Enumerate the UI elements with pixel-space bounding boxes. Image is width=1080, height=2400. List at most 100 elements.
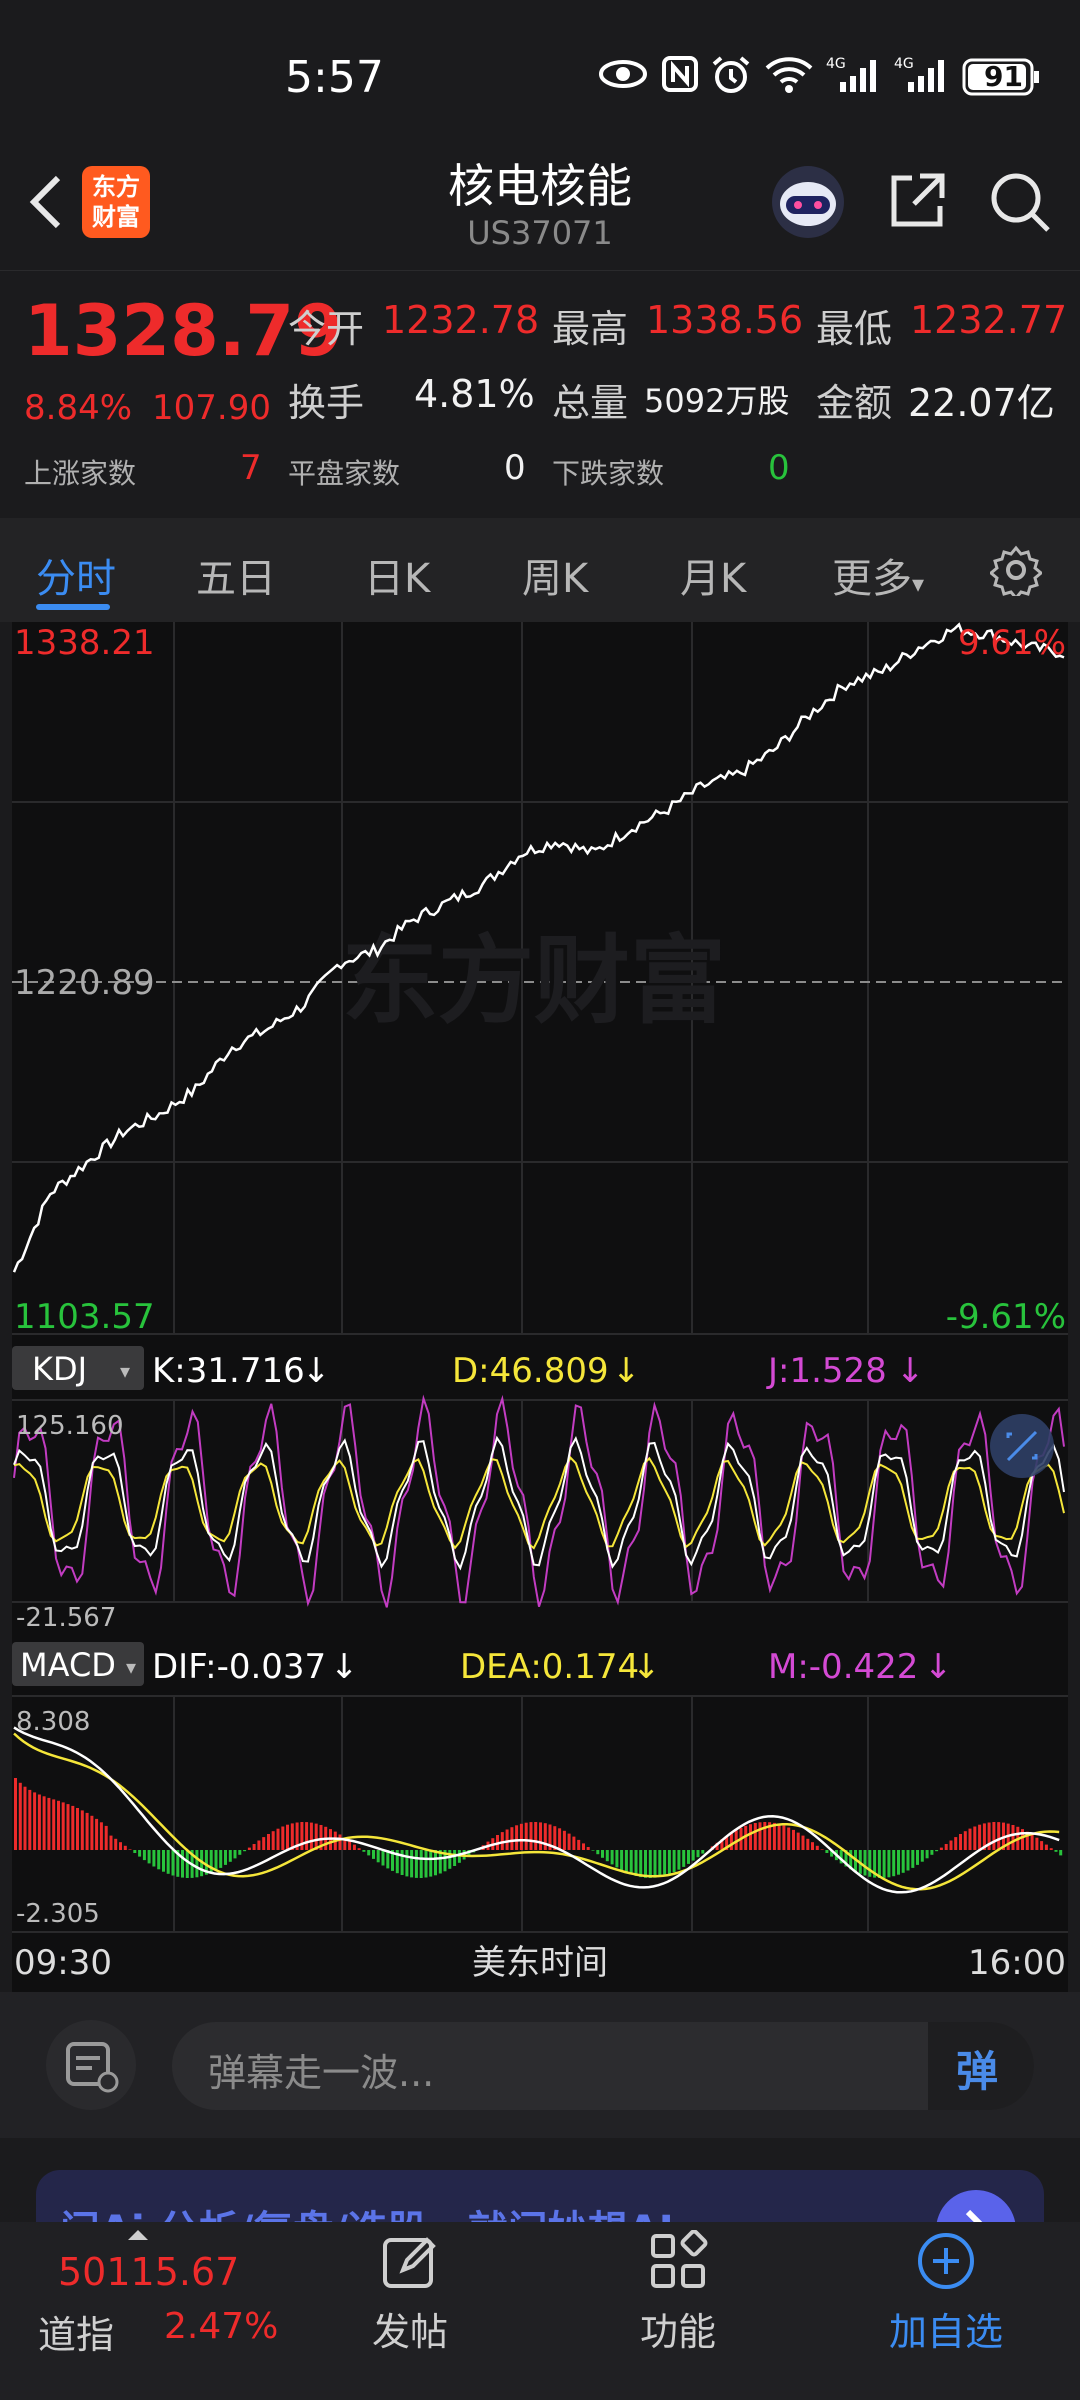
chart-area[interactable]: 东方财富 1338.21 1220.89 1103.57 9.61% -9.61…	[12, 622, 1068, 1992]
macd-bar	[949, 1840, 953, 1850]
edit-icon	[383, 2237, 436, 2288]
macd-bar	[276, 1828, 280, 1850]
macd-bar	[610, 1850, 614, 1865]
macd-bar	[629, 1850, 633, 1875]
tab-active-indicator	[36, 604, 110, 610]
macd-bar	[925, 1850, 929, 1859]
macd-bar	[152, 1850, 156, 1867]
tab-intraday[interactable]: 分时	[36, 546, 116, 604]
macd-dea-value: DEA:0.174	[460, 1647, 639, 1687]
flat-count-value: 0	[504, 448, 526, 488]
macd-bar	[796, 1832, 800, 1850]
add-watchlist-tab[interactable]: 加自选	[866, 2230, 1026, 2356]
macd-bar	[138, 1850, 142, 1857]
macd-bar	[753, 1823, 757, 1850]
macd-bar	[825, 1850, 829, 1853]
macd-bar	[262, 1837, 266, 1850]
macd-bar	[787, 1827, 791, 1850]
news-button[interactable]	[46, 2020, 136, 2110]
tab-more[interactable]: 更多▾	[832, 546, 924, 604]
danmaku-placeholder: 弹幕走一波...	[208, 2051, 435, 2095]
macd-bar	[777, 1824, 781, 1850]
macd-bar	[729, 1833, 733, 1850]
kdj-caret-icon: ▾	[120, 1359, 130, 1383]
macd-bar	[701, 1850, 705, 1854]
macd-max-label: 8.308	[16, 1707, 90, 1737]
tab-five-day[interactable]: 五日	[196, 546, 276, 604]
price-top-label: 1338.21	[14, 623, 155, 663]
macd-bar	[605, 1850, 609, 1862]
macd-bar	[133, 1850, 137, 1853]
index-change: 2.47%	[164, 2306, 279, 2347]
function-tab[interactable]: 功能	[598, 2229, 758, 2356]
post-tab[interactable]: 发帖	[330, 2230, 490, 2356]
macd-bar	[90, 1815, 94, 1850]
time-zone-label: 美东时间	[472, 1943, 608, 1983]
down-count-label: 下跌家数	[552, 457, 665, 490]
kdj-d-line	[13, 1456, 1065, 1550]
macd-bar	[615, 1850, 619, 1868]
macd-bar	[338, 1834, 342, 1850]
macd-bar	[897, 1850, 900, 1875]
macd-bar	[863, 1850, 867, 1876]
open-value: 1232.78	[382, 298, 540, 342]
share-button[interactable]	[886, 170, 948, 232]
macd-bar	[901, 1850, 905, 1873]
settings-button[interactable]	[988, 544, 1044, 601]
macd-bar	[271, 1831, 275, 1850]
macd-bar	[181, 1850, 184, 1878]
index-ticker[interactable]: 50115.67 道指 2.47%	[0, 2222, 278, 2392]
news-icon	[66, 2042, 119, 2093]
macd-bar	[76, 1808, 79, 1850]
macd-bar	[147, 1850, 151, 1864]
macd-bar	[939, 1847, 943, 1850]
macd-bar	[309, 1822, 313, 1850]
macd-bar	[195, 1850, 199, 1878]
tab-monthly-k[interactable]: 月K	[680, 546, 746, 604]
macd-bar	[959, 1834, 962, 1850]
search-button[interactable]	[988, 170, 1052, 234]
macd-bar	[772, 1822, 776, 1850]
volume-value: 5092万股	[644, 382, 790, 420]
macd-bar	[18, 1782, 22, 1850]
macd-bar	[80, 1810, 84, 1850]
macd-bar	[429, 1850, 433, 1877]
triangle-up-icon	[128, 2230, 148, 2240]
low-label: 最低	[816, 307, 893, 351]
time-start: 09:30	[14, 1943, 112, 1983]
high-label: 最高	[552, 307, 629, 351]
tab-weekly-k[interactable]: 周K	[522, 546, 588, 604]
kdj-j-value: J:1.528	[766, 1351, 887, 1391]
danmaku-input[interactable]: 弹幕走一波... 弹	[172, 2022, 1034, 2110]
macd-bar	[1054, 1850, 1058, 1852]
macd-bar	[577, 1839, 581, 1850]
tab-more-label: 更多	[832, 556, 912, 602]
macd-bar	[104, 1825, 108, 1850]
macd-bar	[171, 1850, 175, 1876]
macd-bar	[682, 1850, 686, 1867]
macd-bar	[23, 1786, 27, 1850]
robot-avatar-icon	[772, 166, 844, 238]
macd-bar	[71, 1805, 75, 1850]
macd-bar	[66, 1804, 70, 1850]
macd-bar	[978, 1824, 982, 1850]
status-time: 5:57	[285, 52, 384, 103]
macd-grid	[12, 1695, 1068, 1933]
macd-bar	[806, 1838, 810, 1850]
macd-bar	[99, 1822, 103, 1850]
high-value: 1338.56	[646, 298, 804, 342]
macd-bar	[267, 1834, 270, 1850]
danmaku-toggle[interactable]: 弹	[928, 2022, 1034, 2110]
macd-bar	[381, 1850, 385, 1866]
search-icon	[991, 173, 1050, 232]
volume-label: 总量	[552, 381, 629, 425]
pct-bottom-label: -9.61%	[946, 1297, 1066, 1337]
grid-icon	[651, 2229, 708, 2288]
ai-robot-button[interactable]	[770, 164, 846, 240]
macd-bar	[166, 1850, 170, 1874]
macd-bar	[920, 1850, 924, 1862]
macd-bar	[1059, 1850, 1063, 1856]
pct-top-label: 9.61%	[958, 623, 1066, 663]
tab-daily-k[interactable]: 日K	[364, 546, 430, 604]
macd-bar	[519, 1823, 523, 1850]
